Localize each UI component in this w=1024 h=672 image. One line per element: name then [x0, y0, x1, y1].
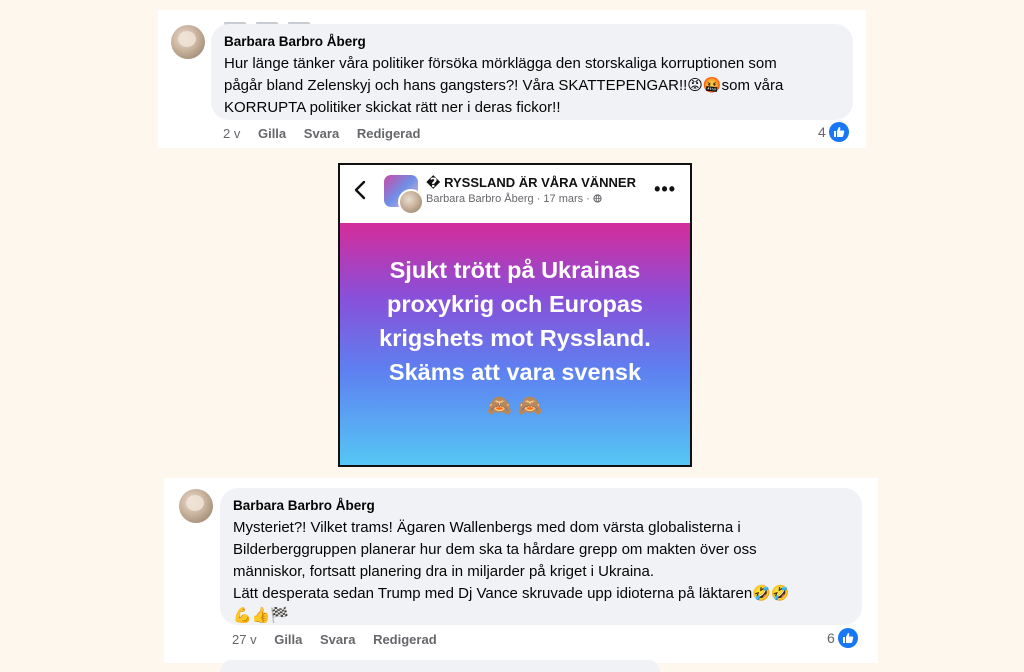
- comment-actions-2: 27 v Gilla Svara Redigerad: [232, 632, 451, 647]
- like-reaction-icon[interactable]: [838, 628, 858, 648]
- comment-text-line: KORRUPTA politiker skickat rätt ner i de…: [224, 99, 561, 116]
- edited-label: Redigerad: [373, 632, 437, 647]
- reply-button[interactable]: Svara: [304, 126, 339, 141]
- edited-label: Redigerad: [356, 126, 421, 141]
- comment-author[interactable]: Barbara Barbro Åberg: [233, 497, 848, 514]
- comment-bubble-1: Barbara Barbro Åberg Hur länge tänker vå…: [211, 24, 853, 120]
- reaction-count[interactable]: 4: [818, 124, 826, 140]
- post-body: Sjukt trött på Ukrainas proxykrig och Eu…: [340, 223, 690, 465]
- post-header: � RYSSLAND ÄR VÅRA VÄNNER Barbara Barbro…: [340, 165, 690, 223]
- post-meta: Barbara Barbro Åberg · 17 mars ·: [426, 193, 602, 205]
- comment-text-line: 💪👍🏁: [233, 605, 848, 627]
- reaction-count[interactable]: 6: [827, 630, 835, 646]
- laughing-emoji-icon: 🤣🤣: [752, 585, 790, 602]
- post-date[interactable]: 17 mars: [543, 193, 583, 205]
- comment-text-line: Bilderberggruppen planerar hur dem ska t…: [233, 541, 757, 558]
- comment-time[interactable]: 2 v: [223, 126, 240, 141]
- chevron-left-icon[interactable]: [354, 180, 366, 204]
- see-no-evil-monkey-icon: 🙈 🙈: [487, 394, 543, 417]
- more-dots-icon[interactable]: •••: [654, 179, 676, 200]
- like-button[interactable]: Gilla: [258, 126, 286, 141]
- post-text-line: proxykrig och Europas: [387, 290, 643, 317]
- shared-post-screenshot: � RYSSLAND ÄR VÅRA VÄNNER Barbara Barbro…: [338, 163, 692, 467]
- comment-text-line: Mysteriet?! Vilket trams! Ägaren Wallenb…: [233, 519, 741, 536]
- comment-bubble-2: Barbara Barbro Åberg Mysteriet?! Vilket …: [220, 488, 862, 625]
- flexed-biceps-thumbs-up-flag-icon: 💪👍🏁: [233, 607, 290, 624]
- comment-text-line: Lätt desperata sedan Trump med Dj Vance …: [233, 585, 790, 602]
- comment-text-line: Hur länge tänker våra politiker försöka …: [224, 55, 777, 72]
- angry-emoji-icon: 😡🤬: [687, 77, 722, 94]
- avatar[interactable]: [179, 489, 213, 523]
- avatar[interactable]: [398, 189, 424, 215]
- comment-text-line: människor, fortsatt planering dra in mil…: [233, 563, 655, 580]
- like-reaction-icon[interactable]: [829, 122, 849, 142]
- post-author[interactable]: Barbara Barbro Åberg: [426, 193, 534, 205]
- avatar[interactable]: [171, 25, 205, 59]
- comment-time[interactable]: 27 v: [232, 632, 257, 647]
- next-comment-bubble: [220, 660, 660, 672]
- comment-text-line: pågår bland Zelenskyj och hans gangsters…: [224, 77, 784, 94]
- post-text-line: Sjukt trött på Ukrainas: [389, 256, 641, 283]
- comment-actions-1: 2 v Gilla Svara Redigerad: [223, 126, 434, 141]
- reply-button[interactable]: Svara: [320, 632, 355, 647]
- comment-author[interactable]: Barbara Barbro Åberg: [224, 33, 839, 50]
- globe-icon: [593, 193, 602, 205]
- group-name[interactable]: � RYSSLAND ÄR VÅRA VÄNNER: [426, 175, 636, 191]
- like-button[interactable]: Gilla: [274, 632, 302, 647]
- post-text-line: Skäms att vara svensk: [388, 358, 642, 385]
- post-text-line: krigshets mot Ryssland.: [379, 324, 651, 351]
